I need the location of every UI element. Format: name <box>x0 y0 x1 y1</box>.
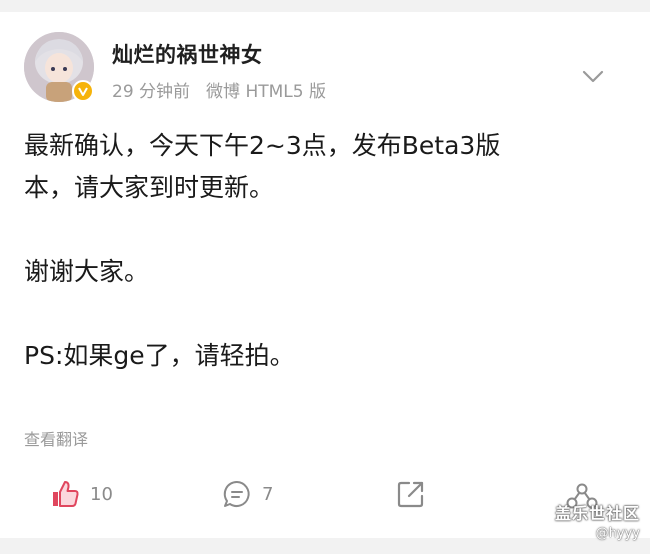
share-arrow-icon <box>397 481 424 508</box>
content-line: 最新确认，今天下午2~3点，发布Beta3版 <box>24 131 501 160</box>
share-button[interactable] <box>396 478 426 510</box>
like-button[interactable]: 10 <box>50 478 113 510</box>
chevron-down-icon[interactable] <box>580 66 606 86</box>
comment-count: 7 <box>262 483 274 505</box>
post-meta: 29 分钟前 微博 HTML5 版 <box>112 77 326 102</box>
username[interactable]: 灿烂的祸世神女 <box>112 39 263 69</box>
thumbs-up-icon <box>53 481 79 507</box>
comment-bubble-icon <box>223 480 250 507</box>
content-line: PS:如果ge了，请轻拍。 <box>24 341 295 370</box>
content-line: 谢谢大家。 <box>24 257 150 286</box>
watermark-site: 盖乐世社区 <box>554 504 640 523</box>
watermark: 盖乐世社区 @hyyy <box>555 500 640 541</box>
translate-link[interactable]: 查看翻译 <box>24 426 88 450</box>
content-line: 本，请大家到时更新。 <box>24 173 275 202</box>
like-count: 10 <box>90 483 113 505</box>
post-source: 微博 HTML5 版 <box>206 82 326 102</box>
verified-badge-icon <box>72 80 94 102</box>
watermark-handle: @hyyy <box>595 526 640 541</box>
post-content: 最新确认，今天下午2~3点，发布Beta3版 本，请大家到时更新。 谢谢大家。 … <box>24 125 624 377</box>
comment-button[interactable]: 7 <box>222 478 273 510</box>
weibo-post-card: 灿烂的祸世神女 29 分钟前 微博 HTML5 版 最新确认，今天下午2~3点，发… <box>0 12 650 538</box>
post-time: 29 分钟前 <box>112 82 191 102</box>
